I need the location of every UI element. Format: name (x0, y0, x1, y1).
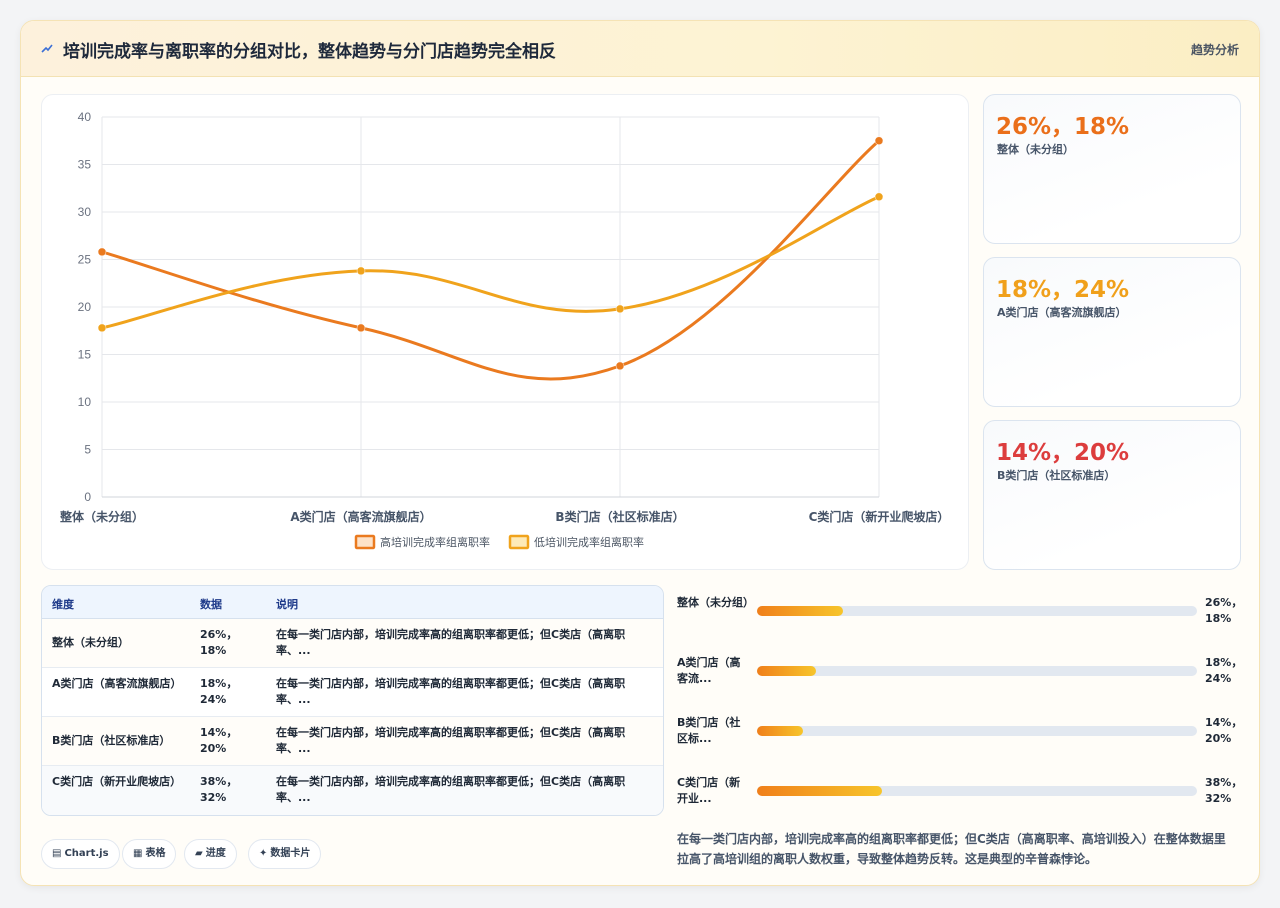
cell-description: 在每一类门店内部，培训完成率高的组离职率都更低；但C类店（高离职率、... (276, 726, 626, 755)
progress-track (757, 666, 1197, 676)
cell-dimension: 整体（未分组） (52, 636, 129, 649)
cell-description: 在每一类门店内部，培训完成率高的组离职率都更低；但C类店（高离职率、... (276, 775, 626, 804)
stat-label: 整体（未分组） (997, 143, 1074, 156)
column-header-description: 说明 (276, 598, 298, 611)
legend-swatch (354, 534, 376, 550)
chart-icon: ▤ (52, 848, 62, 859)
progress-row: 整体（未分组） 26%，18% (677, 593, 1243, 633)
stat-label: B类门店（社区标准店） (997, 469, 1116, 482)
header-bar: 培训完成率与离职率的分组对比，整体趋势与分门店趋势完全相反 趋势分析 (21, 21, 1259, 77)
data-point (97, 323, 107, 333)
progress-value: 38%，32% (1205, 776, 1243, 805)
progress-label: B类门店（社区标... (677, 716, 741, 745)
progress-row: A类门店（高客流... 18%，24% (677, 653, 1243, 693)
trend-icon (41, 44, 53, 53)
progress-label: A类门店（高客流... (677, 656, 741, 685)
table-row: B类门店（社区标准店） 14%，20% 在每一类门店内部，培训完成率高的组离职率… (42, 717, 663, 766)
page-title: 培训完成率与离职率的分组对比，整体趋势与分门店趋势完全相反 (63, 42, 556, 62)
chip-chartjs[interactable]: ▤ Chart.js (41, 839, 120, 869)
sparkle-icon: ✦ (259, 848, 268, 859)
data-point (615, 304, 625, 314)
stat-card-a: 18%，24% A类门店（高客流旗舰店） (983, 257, 1241, 407)
chip-label: Chart.js (64, 848, 109, 859)
data-point (615, 361, 625, 371)
data-point (356, 266, 366, 276)
y-tick-label: 15 (78, 348, 92, 362)
data-table: 维度 数据 说明 整体（未分组） 26%，18% 在每一类门店内部，培训完成率高… (41, 585, 664, 816)
stat-value: 26%，18% (996, 114, 1130, 140)
chip-label: 数据卡片 (270, 848, 311, 859)
progress-label: C类门店（新开业... (677, 776, 741, 805)
stat-value: 14%，20% (996, 440, 1130, 466)
y-tick-label: 40 (78, 110, 92, 124)
y-tick-label: 30 (78, 205, 92, 219)
chip-table[interactable]: ▦ 表格 (122, 839, 177, 869)
progress-fill (757, 606, 843, 616)
progress-icon: ▰ (195, 848, 203, 859)
chip-progress[interactable]: ▰ 进度 (184, 839, 237, 869)
trend-analysis-link[interactable]: 趋势分析 (1191, 41, 1239, 58)
line-chart-panel: 0 5 10 15 20 25 30 35 40 整体（未分组） A类门店（高客流旗舰店） B类门店（… (41, 94, 969, 570)
legend-swatch (508, 534, 530, 550)
chip-data-card[interactable]: ✦ 数据卡片 (248, 839, 322, 869)
progress-row: B类门店（社区标... 14%，20% (677, 713, 1243, 753)
chip-label: 进度 (205, 848, 226, 859)
progress-list: 整体（未分组） 26%，18% A类门店（高客流... 18%，24% B类门店… (677, 593, 1243, 823)
progress-fill (757, 786, 883, 796)
report-card: 培训完成率与离职率的分组对比，整体趋势与分门店趋势完全相反 趋势分析 0 5 10 1… (20, 20, 1260, 886)
cell-dimension: A类门店（高客流旗舰店） (52, 677, 182, 690)
progress-track (757, 606, 1197, 616)
column-header-dimension: 维度 (52, 598, 74, 611)
data-point (356, 323, 366, 333)
cell-description: 在每一类门店内部，培训完成率高的组离职率都更低；但C类店（高离职率、... (276, 628, 626, 657)
progress-fill (757, 726, 804, 736)
legend-label: 低培训完成率组离职率 (534, 535, 644, 549)
x-tick-label: B类门店（社区标准店） (555, 509, 684, 524)
cell-data: 38%，32% (200, 775, 238, 804)
x-tick-label: 整体（未分组） (59, 509, 144, 524)
cell-data: 14%，20% (200, 726, 238, 755)
stat-card-b: 14%，20% B类门店（社区标准店） (983, 420, 1241, 570)
stat-value: 18%，24% (996, 277, 1130, 303)
cell-dimension: B类门店（社区标准店） (52, 734, 171, 747)
x-tick-label: C类门店（新开业爬坡店） (809, 509, 950, 524)
progress-track (757, 726, 1197, 736)
x-tick-label: A类门店（高客流旗舰店） (290, 509, 431, 524)
progress-value: 18%，24% (1205, 656, 1243, 685)
y-tick-label: 25 (78, 253, 92, 267)
table-row: C类门店（新开业爬坡店） 38%，32% 在每一类门店内部，培训完成率高的组离职… (42, 766, 663, 815)
cell-data: 18%，24% (200, 677, 238, 706)
table-header: 维度 数据 说明 (42, 586, 663, 619)
stat-card-overall: 26%，18% 整体（未分组） (983, 94, 1241, 244)
column-header-data: 数据 (200, 598, 222, 611)
cell-data: 26%，18% (200, 628, 238, 657)
progress-track (757, 786, 1197, 796)
table-row: A类门店（高客流旗舰店） 18%，24% 在每一类门店内部，培训完成率高的组离职… (42, 668, 663, 717)
cell-dimension: C类门店（新开业爬坡店） (52, 775, 182, 788)
y-tick-label: 0 (84, 490, 91, 504)
y-tick-label: 20 (78, 300, 92, 314)
line-chart: 0 5 10 15 20 25 30 35 40 整体（未分组） A类门店（高客流旗舰店） B类门店（… (59, 110, 950, 550)
progress-fill (757, 666, 817, 676)
y-tick-label: 5 (84, 443, 91, 457)
progress-row: C类门店（新开业... 38%，32% (677, 773, 1243, 813)
progress-label: 整体（未分组） (677, 596, 754, 609)
legend-label: 高培训完成率组离职率 (380, 535, 490, 549)
stat-label: A类门店（高客流旗舰店） (997, 306, 1127, 319)
y-tick-label: 35 (78, 158, 92, 172)
y-tick-label: 10 (78, 395, 92, 409)
chip-label: 表格 (145, 848, 166, 859)
progress-value: 26%，18% (1205, 596, 1243, 625)
table-icon: ▦ (133, 848, 143, 859)
table-row: 整体（未分组） 26%，18% 在每一类门店内部，培训完成率高的组离职率都更低；… (42, 619, 663, 668)
cell-description: 在每一类门店内部，培训完成率高的组离职率都更低；但C类店（高离职率、... (276, 677, 626, 706)
data-point (97, 247, 107, 257)
progress-value: 14%，20% (1205, 716, 1243, 745)
data-point (874, 136, 884, 145)
data-point (874, 192, 884, 202)
conclusion-text: 在每一类门店内部，培训完成率高的组离职率都更低；但C类店（高离职率、高培训投入）… (677, 832, 1226, 866)
